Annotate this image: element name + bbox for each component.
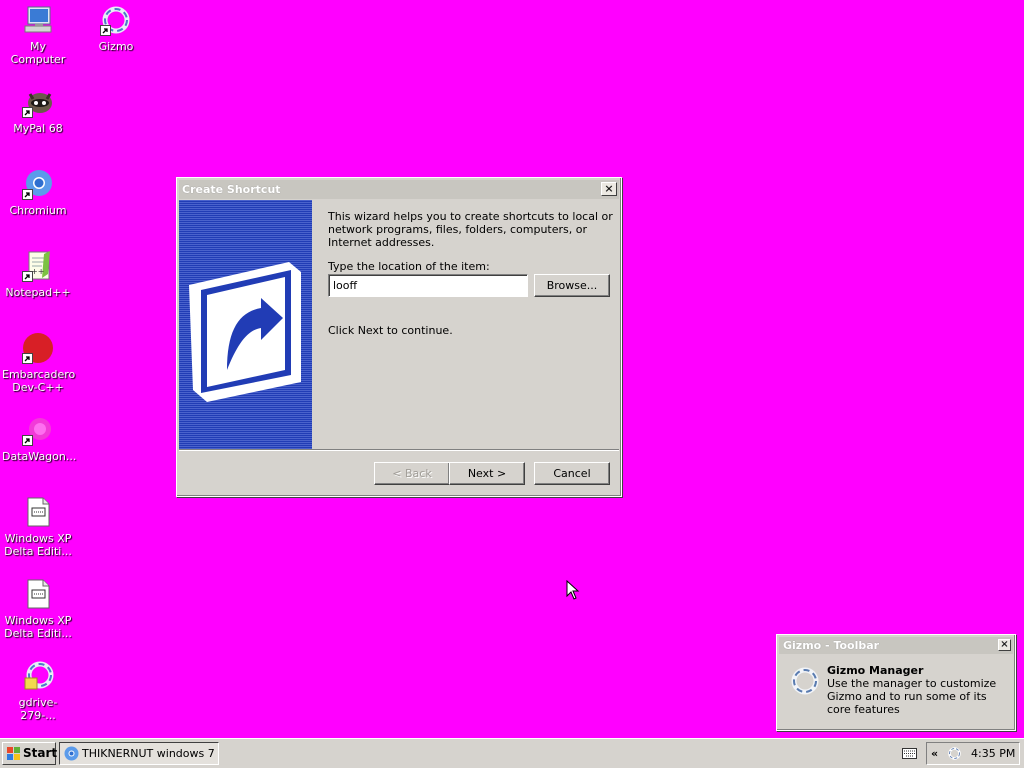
browse-button[interactable]: Browse... [534, 274, 610, 297]
location-input[interactable] [328, 274, 528, 297]
desktop-icon-label: Embarcadero Dev-C++ [2, 368, 76, 394]
back-button[interactable]: < Back [374, 462, 450, 485]
desktop-icon-label: Windows XP Delta Editi... [4, 614, 72, 640]
desktop-icon-notepadpp[interactable]: ++ Notepad++ [0, 250, 76, 299]
chromium-icon [22, 168, 54, 200]
desktop-icon-label: Windows XP Delta Editi... [4, 532, 72, 558]
notepadpp-icon: ++ [22, 250, 54, 282]
shortcut-arrow-icon [22, 189, 33, 200]
shortcut-arrow-icon [22, 435, 33, 446]
datawagon-icon [22, 414, 54, 446]
dialog-separator [179, 449, 619, 451]
tray-expand-button[interactable]: « [931, 743, 938, 764]
taskbar-item-chromium[interactable]: THIKNERNUT windows 7 ... [59, 742, 219, 765]
start-label: Start [23, 746, 58, 760]
desktop-icon-gdrive[interactable]: gdrive-279-... [0, 660, 76, 722]
shortcut-arrow-icon [100, 25, 111, 36]
taskbar-item-label: THIKNERNUT windows 7 ... [82, 747, 219, 760]
shortcut-arrow-banner-icon [189, 262, 301, 402]
cancel-button[interactable]: Cancel [534, 462, 610, 485]
chromium-icon [64, 746, 79, 761]
wizard-banner [179, 200, 312, 450]
text-file-icon [22, 578, 54, 610]
desktop-icon-datawagon[interactable]: DataWagon... [0, 414, 76, 463]
notification-close-button[interactable]: × [998, 639, 1011, 651]
close-button[interactable]: × [601, 182, 617, 196]
desktop-icon-chromium[interactable]: Chromium [0, 168, 76, 217]
notification-text: Use the manager to customize Gizmo and t… [827, 677, 997, 716]
svg-text:++: ++ [31, 267, 44, 276]
desktop-icon-label: gdrive-279-... [18, 696, 58, 722]
start-button[interactable]: Start [2, 742, 58, 765]
continue-text: Click Next to continue. [328, 324, 453, 337]
mypal-raccoon-icon [22, 86, 54, 118]
shortcut-arrow-icon [22, 271, 33, 282]
clock[interactable]: 4:35 PM [971, 743, 1015, 764]
desktop-icon-label: My Computer [10, 40, 66, 66]
keyboard-icon[interactable] [902, 748, 917, 759]
desktop-icon-gizmo[interactable]: Gizmo [78, 4, 154, 53]
system-tray: « 4:35 PM [926, 742, 1020, 765]
taskbar: Start THIKNERNUT windows 7 ... « 4:35 PM [0, 738, 1024, 768]
devcpp-icon [22, 332, 54, 364]
dialog-title: Create Shortcut [182, 183, 281, 196]
desktop-icon-my-computer[interactable]: My Computer [0, 4, 76, 66]
location-label: Type the location of the item: [328, 260, 490, 273]
shortcut-arrow-icon [22, 107, 33, 118]
computer-icon [22, 4, 54, 36]
desktop-icon-label: DataWagon... [2, 450, 77, 463]
dialog-titlebar[interactable]: Create Shortcut × [179, 180, 619, 199]
desktop-icon-label: MyPal 68 [13, 122, 63, 135]
wizard-description: This wizard helps you to create shortcut… [328, 210, 613, 249]
gizmo-icon [789, 665, 821, 697]
next-button[interactable]: Next > [449, 462, 525, 485]
gizmo-tray-icon[interactable] [947, 746, 962, 761]
desktop-icon-mypal[interactable]: MyPal 68 [0, 86, 76, 135]
create-shortcut-dialog: Create Shortcut × This wizard helps you … [176, 177, 622, 497]
desktop-icon-winxp-delta-2[interactable]: Windows XP Delta Editi... [0, 578, 76, 640]
notification-heading: Gizmo Manager [827, 664, 924, 677]
shortcut-arrow-icon [22, 353, 33, 364]
desktop-icon-label: Chromium [9, 204, 67, 217]
desktop-icon-winxp-delta-1[interactable]: Windows XP Delta Editi... [0, 496, 76, 558]
notification-titlebar: Gizmo - Toolbar × [779, 637, 1013, 654]
windows-flag-icon [7, 747, 20, 760]
gizmo-icon [100, 4, 132, 36]
desktop-icon-label: Notepad++ [5, 286, 71, 299]
gdrive-icon [22, 660, 54, 692]
mouse-cursor-icon [566, 580, 580, 600]
text-file-icon [22, 496, 54, 528]
desktop-icon-devcpp[interactable]: Embarcadero Dev-C++ [0, 332, 76, 394]
desktop-icon-label: Gizmo [98, 40, 134, 53]
gizmo-notification: Gizmo - Toolbar × Gizmo Manager Use the … [776, 634, 1016, 731]
notification-title: Gizmo - Toolbar [783, 639, 880, 652]
